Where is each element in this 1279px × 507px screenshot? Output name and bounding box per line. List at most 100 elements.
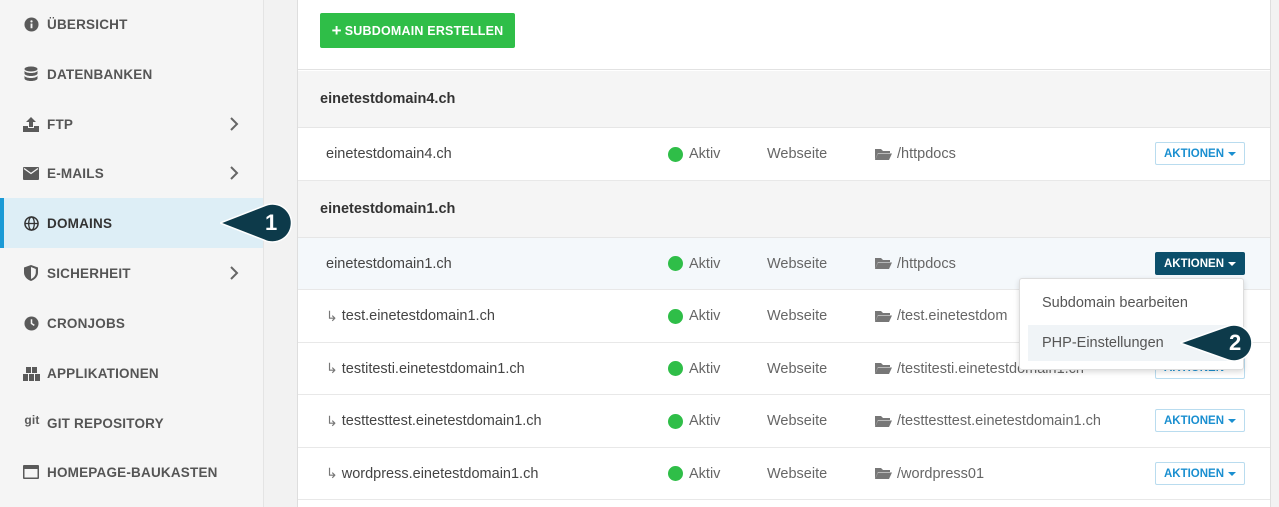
sidebar-item-applikationen[interactable]: APPLIKATIONEN	[0, 348, 263, 398]
create-subdomain-button[interactable]: + SUBDOMAIN ERSTELLEN	[320, 13, 515, 48]
caret-down-icon	[1228, 261, 1237, 266]
status-dot-icon	[668, 361, 683, 376]
type-cell: Webseite	[767, 146, 828, 162]
domain-name-label: wordpress.einetestdomain1.ch	[341, 465, 539, 482]
sidebar-item-label: HOMEPAGE-BAUKASTEN	[47, 464, 218, 480]
actions-button[interactable]: AKTIONEN	[1155, 409, 1245, 432]
callout-marker-1: 1	[217, 201, 294, 245]
sidebar-item-label: DATENBANKEN	[47, 66, 153, 82]
table-row: ↳ wordpress.einetestdomain1.ch Aktiv Webs…	[298, 448, 1270, 500]
path-cell: /httpdocs	[875, 238, 956, 289]
caret-down-icon	[1228, 418, 1237, 423]
subdomain-arrow-icon: ↳	[326, 360, 338, 376]
status-cell: Aktiv	[668, 238, 720, 289]
sidebar-item-emails[interactable]: E-MAILS	[0, 148, 263, 198]
sidebar-item-label: ÜBERSICHT	[47, 16, 128, 32]
actions-button[interactable]: AKTIONEN	[1155, 462, 1245, 485]
main-content: + SUBDOMAIN ERSTELLEN einetestdomain4.ch…	[297, 0, 1271, 507]
envelope-icon	[22, 164, 40, 182]
domain-name-label: testitesti.einetestdomain1.ch	[341, 360, 525, 377]
status-label: Aktiv	[689, 146, 721, 162]
actions-button-open[interactable]: AKTIONEN	[1155, 252, 1245, 275]
folder-icon	[875, 415, 892, 427]
domain-name: einetestdomain4.ch	[326, 146, 452, 162]
sidebar-item-label: FTP	[47, 116, 74, 132]
sidebar-item-cronjobs[interactable]: CRONJOBS	[0, 298, 263, 348]
sidebar-item-uebersicht[interactable]: ÜBERSICHT	[0, 0, 263, 49]
domain-name: ↳ test.einetestdomain1.ch	[326, 290, 495, 342]
path-label: /httpdocs	[897, 255, 956, 272]
domain-name: einetestdomain1.ch	[326, 255, 452, 272]
path-label: /wordpress01	[897, 465, 985, 482]
status-label: Aktiv	[689, 308, 721, 324]
status-dot-icon	[668, 413, 683, 429]
status-cell: Aktiv	[668, 448, 720, 499]
status-dot-icon	[668, 466, 683, 481]
status-dot-icon	[668, 308, 683, 324]
actions-label: AKTIONEN	[1163, 414, 1225, 427]
domain-name: ↳ wordpress.einetestdomain1.ch	[326, 448, 538, 499]
callout-2-number: 2	[1229, 330, 1242, 355]
upload-icon	[22, 115, 40, 133]
database-icon	[22, 65, 40, 83]
type-cell: Webseite	[767, 360, 828, 377]
create-subdomain-label: SUBDOMAIN ERSTELLEN	[344, 23, 504, 38]
folder-icon	[875, 258, 892, 269]
window-icon	[22, 463, 40, 481]
sidebar: ÜBERSICHT DATENBANKEN FTP E-MAILS DOMAIN…	[0, 0, 264, 507]
folder-icon	[875, 363, 892, 374]
folder-icon	[875, 468, 892, 479]
sidebar-item-ftp[interactable]: FTP	[0, 99, 263, 149]
status-dot-icon	[668, 146, 683, 162]
status-cell: Aktiv	[668, 128, 720, 180]
domain-name-label: testtesttest.einetestdomain1.ch	[341, 413, 542, 429]
actions-button[interactable]: AKTIONEN	[1155, 142, 1245, 165]
toolbar: + SUBDOMAIN ERSTELLEN	[298, 0, 1270, 70]
sidebar-item-label: E-MAILS	[47, 165, 104, 181]
callout-2-shape	[1177, 324, 1253, 362]
status-label: Aktiv	[689, 465, 721, 482]
path-label: /httpdocs	[897, 146, 956, 162]
subdomain-arrow-icon: ↳	[326, 307, 338, 324]
type-cell: Webseite	[767, 308, 828, 324]
shield-icon	[22, 264, 40, 282]
callout-marker-2: 2	[1177, 322, 1258, 364]
subdomain-arrow-icon: ↳	[326, 412, 338, 429]
group-header: einetestdomain1.ch	[298, 181, 1270, 238]
menu-item-edit-subdomain[interactable]: Subdomain bearbeiten	[1028, 285, 1237, 321]
actions-label: AKTIONEN	[1163, 467, 1225, 480]
path-label: /test.einetestdom	[897, 308, 1008, 324]
sidebar-item-label: APPLIKATIONEN	[47, 365, 159, 381]
caret-down-icon	[1228, 151, 1237, 156]
status-cell: Aktiv	[668, 290, 720, 342]
status-cell: Aktiv	[668, 343, 720, 394]
sidebar-item-label: GIT REPOSITORY	[47, 415, 164, 431]
apps-icon	[22, 364, 40, 382]
folder-icon	[875, 148, 892, 160]
chevron-right-icon	[229, 116, 243, 132]
sidebar-item-sicherheit[interactable]: SICHERHEIT	[0, 248, 263, 298]
sidebar-item-datenbanken[interactable]: DATENBANKEN	[0, 49, 263, 99]
folder-icon	[875, 310, 892, 322]
type-cell: Webseite	[767, 465, 828, 482]
sidebar-item-label: CRONJOBS	[47, 315, 126, 331]
actions-label: AKTIONEN	[1163, 257, 1225, 270]
sidebar-item-label: SICHERHEIT	[47, 265, 131, 281]
path-cell: /wordpress01	[875, 448, 984, 499]
path-cell: /test.einetestdom	[875, 290, 1007, 342]
path-cell: /testtesttest.einetestdomain1.ch	[875, 395, 1101, 447]
chevron-right-icon	[229, 165, 243, 181]
info-icon	[22, 15, 40, 33]
table-row: einetestdomain4.ch Aktiv Webseite /httpd…	[298, 128, 1270, 181]
sidebar-item-label: DOMAINS	[47, 215, 113, 231]
status-dot-icon	[668, 256, 683, 271]
type-cell: Webseite	[767, 413, 828, 429]
sidebar-item-homepage-baukasten[interactable]: HOMEPAGE-BAUKASTEN	[0, 447, 263, 497]
status-label: Aktiv	[689, 413, 721, 429]
clock-icon	[22, 314, 40, 332]
table-row: ↳ testtesttest.einetestdomain1.ch Aktiv W…	[298, 395, 1270, 448]
status-label: Aktiv	[689, 360, 721, 377]
domain-name: ↳ testitesti.einetestdomain1.ch	[326, 343, 525, 394]
type-cell: Webseite	[767, 255, 828, 272]
sidebar-item-git-repository[interactable]: git GIT REPOSITORY	[0, 398, 263, 448]
